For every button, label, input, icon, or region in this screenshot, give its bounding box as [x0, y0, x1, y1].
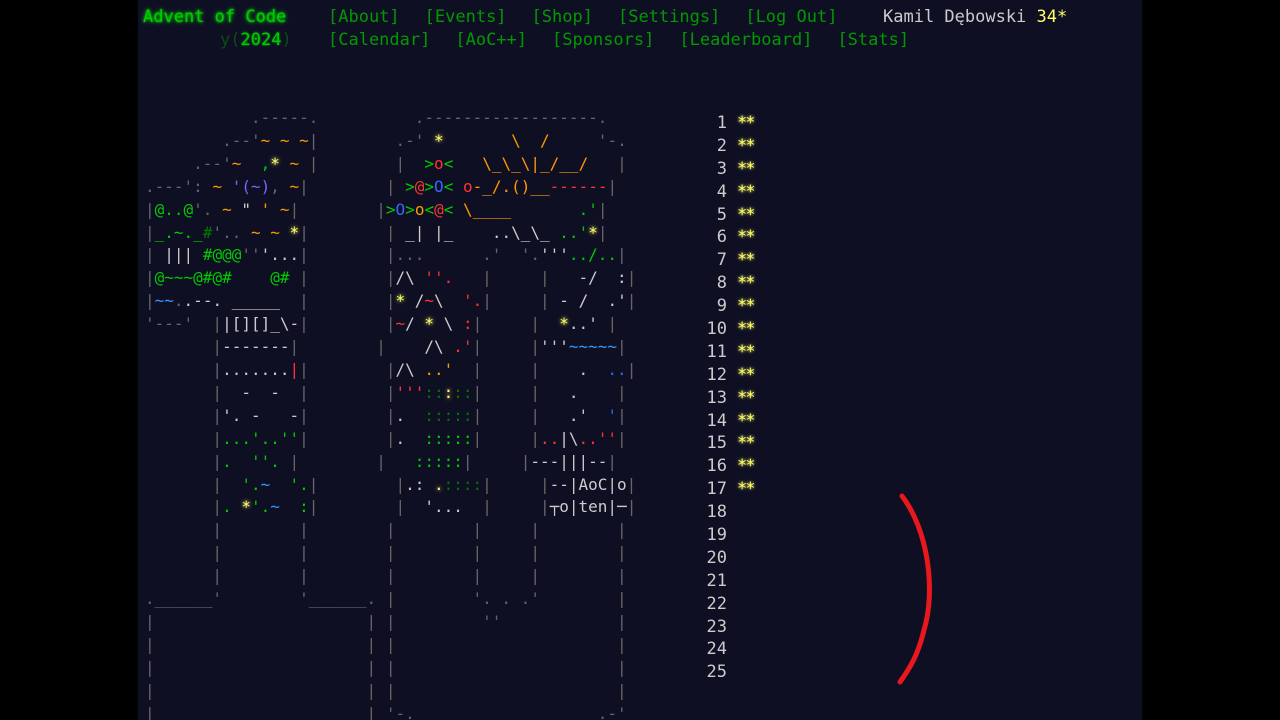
nav-stats-link[interactable]: [Stats] [837, 29, 909, 52]
calendar-day-5[interactable]: 5 ** [701, 204, 756, 227]
day-stars: ** [737, 227, 756, 248]
calendar-day-11[interactable]: 11 ** [701, 341, 756, 364]
day-number: 10 [706, 319, 727, 340]
calendar-day-21: 21 [701, 570, 753, 593]
day-stars: ** [737, 433, 756, 454]
site-title-link[interactable]: Advent of Code [143, 6, 286, 29]
calendar-day-12[interactable]: 12 ** [701, 364, 756, 387]
day-number: 14 [706, 410, 727, 431]
day-number: 24 [706, 639, 727, 660]
day-number: 6 [716, 227, 727, 248]
day-stars: ** [737, 135, 756, 156]
calendar-day-15[interactable]: 15 ** [701, 432, 756, 455]
nav-calendar-link[interactable]: [Calendar] [328, 29, 430, 52]
red-bracket-annotation [897, 493, 932, 685]
day-stars: ** [737, 319, 756, 340]
day-stars: ** [737, 181, 756, 202]
day-number: 2 [716, 135, 727, 156]
calendar-day-4[interactable]: 4 ** [701, 181, 756, 204]
day-number: 21 [706, 570, 727, 591]
day-number: 25 [706, 662, 727, 683]
calendar-day-16[interactable]: 16 ** [701, 455, 756, 478]
calendar-day-3[interactable]: 3 ** [701, 158, 756, 181]
user-star-count: 34* [1036, 7, 1068, 27]
day-list: 1 ** 2 ** 3 ** 4 ** 5 ** 6 ** 7 ** 8 ** 9 ** 10 **… [701, 112, 756, 684]
calendar-day-19: 19 [701, 524, 753, 547]
nav-about-link[interactable]: [About] [328, 6, 400, 29]
day-stars: ** [737, 113, 756, 133]
calendar-day-10[interactable]: 10 ** [701, 318, 756, 341]
calendar-day-13[interactable]: 13 ** [701, 387, 756, 410]
calendar-day-25: 25 [701, 661, 753, 684]
day-number: 9 [716, 296, 727, 317]
day-number: 1 [716, 113, 727, 133]
primary-nav: [About] [Events] [Shop] [Settings] [Log … [328, 6, 837, 29]
calendar-day-23: 23 [701, 616, 753, 639]
nav-shop-link[interactable]: [Shop] [532, 6, 593, 29]
calendar-day-8[interactable]: 8 ** [701, 272, 756, 295]
nav-logout-link[interactable]: [Log Out] [745, 6, 837, 29]
day-number: 17 [706, 479, 727, 500]
calendar-day-24: 24 [701, 638, 753, 661]
nav-leaderboard-link[interactable]: [Leaderboard] [679, 29, 812, 52]
day-stars: ** [737, 341, 756, 362]
day-stars: ** [737, 479, 756, 500]
day-stars: ** [737, 456, 756, 477]
day-number: 16 [706, 456, 727, 477]
nav-aocplusplus-link[interactable]: [AoC++] [455, 29, 527, 52]
day-stars: ** [737, 273, 756, 294]
calendar-day-17[interactable]: 17 ** [701, 478, 756, 501]
year-prefix: y( [220, 30, 241, 50]
day-number: 7 [716, 250, 727, 271]
year-value: 2024 [240, 30, 282, 50]
day-number: 8 [716, 273, 727, 294]
day-stars: ** [737, 296, 756, 317]
aoc-page: Advent of Code y(2024) [About] [Events] … [138, 0, 1142, 720]
day-stars: ** [737, 204, 756, 225]
day-number: 22 [706, 593, 727, 614]
day-stars: ** [737, 364, 756, 385]
day-number: 18 [706, 502, 727, 523]
day-number: 3 [716, 158, 727, 179]
year-suffix: ) [281, 30, 292, 50]
user-name: Kamil Dębowski [883, 7, 1027, 27]
calendar-day-7[interactable]: 7 ** [701, 249, 756, 272]
calendar-ascii-art: .-----. .------------------. .--'~ ~ ~| … [145, 108, 637, 720]
calendar-day-18: 18 [701, 501, 753, 524]
event-year[interactable]: y(2024) [220, 29, 292, 52]
nav-settings-link[interactable]: [Settings] [618, 6, 720, 29]
day-stars: ** [737, 387, 756, 408]
secondary-nav: [Calendar] [AoC++] [Sponsors] [Leaderboa… [328, 29, 909, 52]
day-stars: ** [737, 158, 756, 179]
day-number: 13 [706, 387, 727, 408]
nav-events-link[interactable]: [Events] [425, 6, 507, 29]
calendar-day-20: 20 [701, 547, 753, 570]
day-number: 4 [716, 181, 727, 202]
calendar-day-2[interactable]: 2 ** [701, 135, 756, 158]
day-number: 19 [706, 525, 727, 546]
day-number: 20 [706, 547, 727, 568]
nav-sponsors-link[interactable]: [Sponsors] [552, 29, 654, 52]
calendar-day-14[interactable]: 14 ** [701, 410, 756, 433]
day-stars: ** [737, 410, 756, 431]
day-number: 12 [706, 364, 727, 385]
day-stars: ** [737, 250, 756, 271]
calendar-day-1[interactable]: 1 ** [701, 112, 756, 135]
calendar-day-6[interactable]: 6 ** [701, 226, 756, 249]
user-info: Kamil Dębowski 34* [883, 6, 1067, 29]
day-number: 23 [706, 616, 727, 637]
calendar-day-9[interactable]: 9 ** [701, 295, 756, 318]
day-number: 5 [716, 204, 727, 225]
day-number: 11 [706, 341, 727, 362]
day-number: 15 [706, 433, 727, 454]
calendar-day-22: 22 [701, 593, 753, 616]
